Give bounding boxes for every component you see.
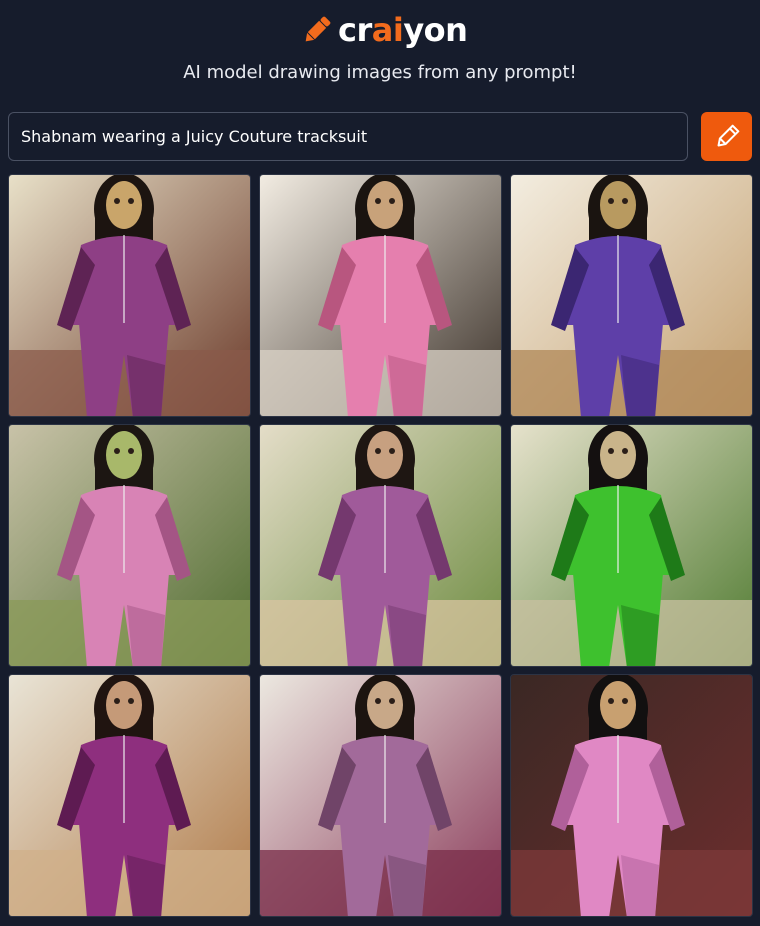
logo-text-suffix: yon	[403, 11, 468, 49]
generated-image[interactable]	[8, 174, 251, 417]
tagline: AI model drawing images from any prompt!	[183, 62, 577, 83]
logo-text-prefix: cr	[338, 11, 372, 49]
generated-image[interactable]	[510, 424, 753, 667]
generated-image[interactable]	[8, 424, 251, 667]
generated-image[interactable]	[259, 424, 502, 667]
draw-button[interactable]	[701, 112, 752, 161]
pencil-icon	[305, 16, 331, 42]
generated-image[interactable]	[510, 174, 753, 417]
logo[interactable]: craiyon	[300, 10, 468, 50]
generated-image[interactable]	[8, 674, 251, 917]
prompt-input[interactable]	[8, 112, 688, 161]
generated-image[interactable]	[259, 174, 502, 417]
logo-text-accent: ai	[371, 11, 404, 49]
header: craiyon AI model drawing images from any…	[0, 0, 760, 100]
generated-image[interactable]	[510, 674, 753, 917]
generated-image[interactable]	[259, 674, 502, 917]
pencil-icon	[717, 124, 739, 146]
craiyon-page: craiyon AI model drawing images from any…	[0, 0, 760, 926]
logo-text: craiyon	[338, 11, 468, 49]
image-grid	[8, 174, 753, 917]
